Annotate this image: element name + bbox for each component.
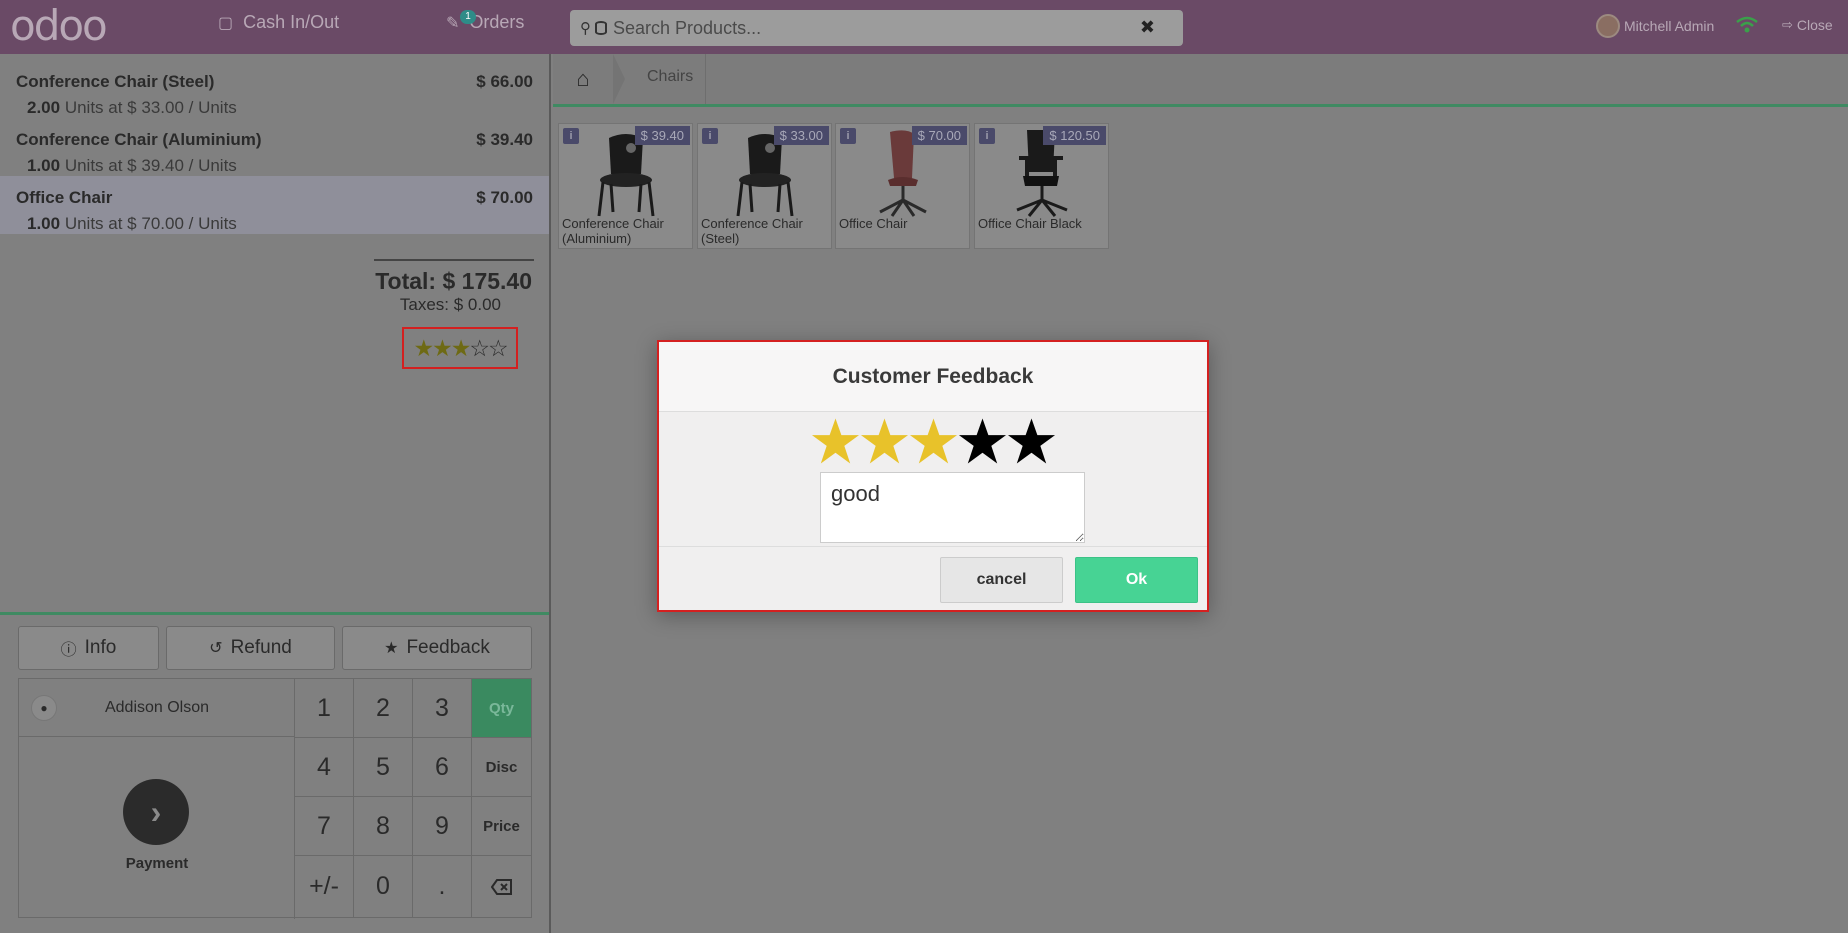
star-icon: ★ xyxy=(384,640,399,657)
qty-mode-button[interactable]: Qty xyxy=(472,679,531,738)
info-circle-icon: ⓘ xyxy=(60,642,77,659)
product-card[interactable]: i $ 39.40 Conference Chair (Aluminium) xyxy=(558,123,693,249)
chevron-right-icon: › xyxy=(123,779,189,845)
product-price: $ 70.00 xyxy=(911,126,967,145)
star-3-icon[interactable] xyxy=(909,414,958,468)
product-name: Conference Chair (Steel) xyxy=(701,216,803,246)
order-total: Total: $ 175.40 xyxy=(375,268,532,294)
sign-out-icon: ⇨ xyxy=(1782,17,1793,32)
product-card[interactable]: i $ 120.50 Office Chair Black xyxy=(974,123,1109,249)
numpad-key-dot[interactable]: . xyxy=(413,856,472,917)
info-icon[interactable]: i xyxy=(840,128,856,144)
undo-icon: ↺ xyxy=(209,640,223,657)
feedback-textarea[interactable]: good xyxy=(820,472,1085,543)
order-line-selected[interactable]: Office Chair $ 70.00 1.00 Units at $ 70.… xyxy=(0,176,549,234)
info-icon[interactable]: i xyxy=(563,128,579,144)
star-4-icon[interactable] xyxy=(958,414,1007,468)
numpad-key-7[interactable]: 7 xyxy=(295,797,354,856)
database-icon xyxy=(595,21,607,35)
backspace-button[interactable] xyxy=(472,856,531,917)
cash-in-out-button[interactable]: ▢ Cash In/Out xyxy=(218,12,339,33)
numpad-key-8[interactable]: 8 xyxy=(354,797,413,856)
user-menu[interactable]: Mitchell Admin xyxy=(1596,14,1714,38)
product-name: Conference Chair (Aluminium) xyxy=(562,216,664,246)
order-line[interactable]: Conference Chair (Aluminium) $ 39.40 1.0… xyxy=(0,118,549,176)
price-mode-button[interactable]: Price xyxy=(472,797,531,856)
numpad-key-2[interactable]: 2 xyxy=(354,679,413,738)
numpad-key-0[interactable]: 0 xyxy=(354,856,413,917)
search-products-input[interactable]: ⚲ Search Products... ✖ xyxy=(570,10,1183,46)
search-icon: ⚲ xyxy=(580,20,591,37)
star-filled-icon: ★ xyxy=(413,334,434,361)
breadcrumb-category[interactable]: Chairs xyxy=(647,68,693,86)
user-avatar xyxy=(1596,14,1620,38)
ok-button[interactable]: Ok xyxy=(1075,557,1198,603)
numpad-key-1[interactable]: 1 xyxy=(295,679,354,738)
star-1-icon[interactable] xyxy=(811,414,860,468)
wifi-icon xyxy=(1736,16,1758,33)
star-filled-icon: ★ xyxy=(432,334,453,361)
product-price: $ 120.50 xyxy=(1043,126,1106,145)
breadcrumb: ⌂ Chairs xyxy=(553,54,1848,107)
info-icon[interactable]: i xyxy=(979,128,995,144)
numpad-area: ● Addison Olson › Payment 1 2 3 Qty 4 5 … xyxy=(18,678,532,919)
orders-button[interactable]: ✎ 1 Orders xyxy=(446,10,524,33)
rating-stars xyxy=(811,414,1056,468)
clear-search-icon[interactable]: ✖ xyxy=(1140,17,1155,38)
top-header: odoo ▢ Cash In/Out ✎ 1 Orders ⚲ Search P… xyxy=(0,0,1848,54)
customer-button[interactable]: ● Addison Olson xyxy=(19,679,295,737)
refund-button[interactable]: ↺ Refund xyxy=(166,626,335,670)
controls-divider xyxy=(0,612,549,615)
dialog-title: Customer Feedback xyxy=(659,342,1207,412)
order-taxes: Taxes: $ 0.00 xyxy=(399,295,501,314)
money-icon: ▢ xyxy=(218,14,234,32)
disc-mode-button[interactable]: Disc xyxy=(472,738,531,797)
order-rating-stars: ★ ★ ★ ☆ ☆ xyxy=(402,327,518,369)
numpad-key-plus-minus[interactable]: +/- xyxy=(295,856,354,917)
order-panel: Conference Chair (Steel) $ 66.00 2.00 Un… xyxy=(0,54,551,933)
product-price: $ 39.40 xyxy=(634,126,690,145)
star-filled-icon: ★ xyxy=(450,334,472,361)
ticket-icon: ✎ xyxy=(446,14,460,32)
numpad-key-3[interactable]: 3 xyxy=(413,679,472,738)
star-5-icon[interactable] xyxy=(1007,414,1056,468)
info-button[interactable]: ⓘ Info xyxy=(18,626,159,670)
product-price: $ 33.00 xyxy=(773,126,829,145)
star-empty-icon: ☆ xyxy=(487,334,509,361)
numpad-key-6[interactable]: 6 xyxy=(413,738,472,797)
backspace-icon xyxy=(490,878,512,895)
product-card[interactable]: i $ 70.00 Office Chair xyxy=(835,123,970,249)
numpad-key-9[interactable]: 9 xyxy=(413,797,472,856)
numpad-key-5[interactable]: 5 xyxy=(354,738,413,797)
star-empty-icon: ☆ xyxy=(469,334,490,361)
customer-feedback-dialog: Customer Feedback good cancel Ok xyxy=(657,340,1209,612)
order-line[interactable]: Conference Chair (Steel) $ 66.00 2.00 Un… xyxy=(0,60,549,118)
payment-button[interactable]: › Payment xyxy=(19,737,295,919)
star-2-icon[interactable] xyxy=(860,414,909,468)
product-card[interactable]: i $ 33.00 Conference Chair (Steel) xyxy=(697,123,832,249)
odoo-logo: odoo xyxy=(10,1,108,50)
numpad-key-4[interactable]: 4 xyxy=(295,738,354,797)
close-button[interactable]: ⇨ Close xyxy=(1782,17,1833,33)
summary-divider xyxy=(374,259,534,261)
product-name: Office Chair Black xyxy=(978,216,1082,231)
info-icon[interactable]: i xyxy=(702,128,718,144)
feedback-button[interactable]: ★ Feedback xyxy=(342,626,532,670)
home-icon[interactable]: ⌂ xyxy=(553,54,613,104)
product-name: Office Chair xyxy=(839,216,908,231)
orders-count-badge: 1 xyxy=(460,10,476,24)
dialog-footer: cancel Ok xyxy=(659,546,1207,610)
cancel-button[interactable]: cancel xyxy=(940,557,1063,603)
